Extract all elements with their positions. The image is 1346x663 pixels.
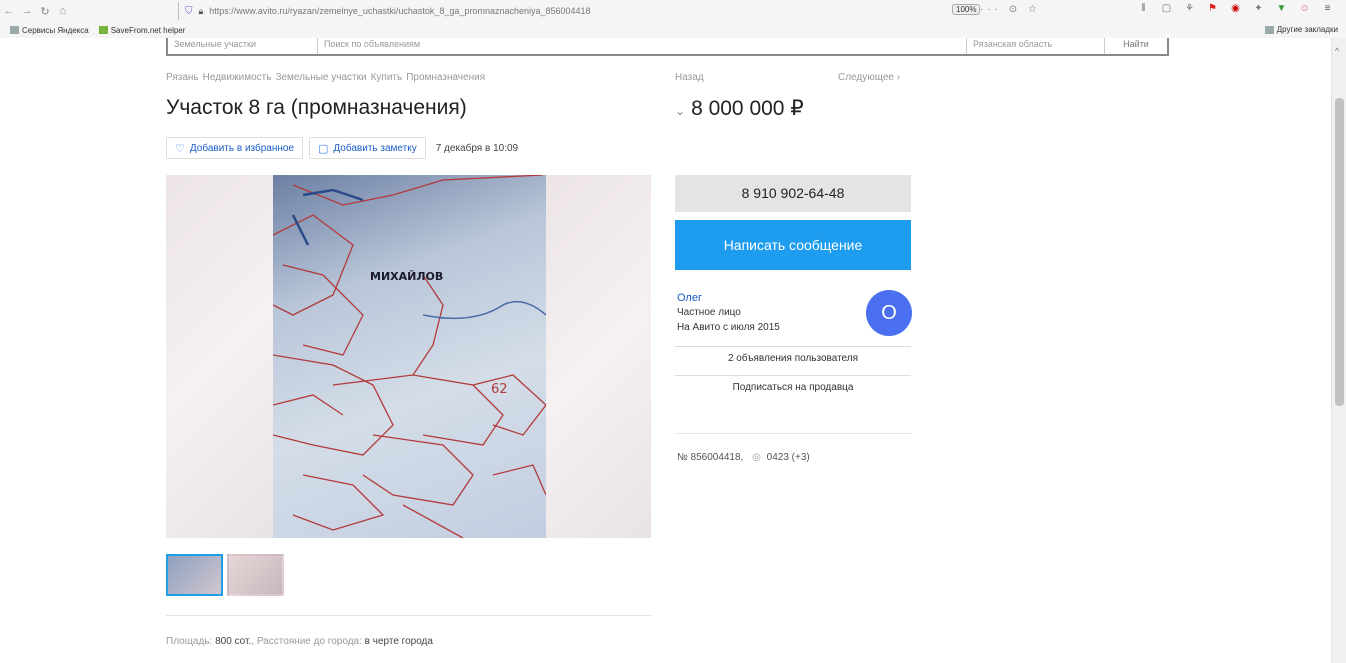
folder-icon — [1264, 25, 1274, 34]
subscribe-seller-link[interactable]: Подписаться на продавца — [675, 375, 911, 404]
price-value: 8 000 000 ₽ — [691, 97, 804, 120]
breadcrumb-item[interactable]: Рязань — [166, 72, 199, 83]
photo-background-left — [166, 175, 273, 538]
home-icon[interactable]: ⌂ — [54, 5, 72, 17]
add-favorite-label: Добавить в избранное — [189, 142, 295, 154]
other-bookmarks[interactable]: Другие закладки — [1264, 25, 1338, 34]
bookmarks-bar: Сервисы Яндекса SaveFrom.net helper Друг… — [0, 22, 1346, 38]
forward-icon[interactable]: → — [18, 5, 36, 17]
profile-icon[interactable]: ☺ — [1299, 3, 1310, 14]
avatar[interactable]: О — [866, 290, 912, 336]
bookmark-yandex-services[interactable]: Сервисы Яндекса — [10, 26, 89, 35]
url-text[interactable]: https://www.avito.ru/ryazan/zemelnye_uch… — [209, 6, 590, 16]
ad-meta: № 856004418, ◎ 0423 (+3) — [677, 452, 810, 463]
flag-icon[interactable]: ⚑ — [1207, 3, 1218, 14]
breadcrumb-item[interactable]: Земельные участки — [275, 72, 366, 83]
add-favorite-button[interactable]: ♡ Добавить в избранное — [166, 137, 304, 159]
seller-type: Частное лицо — [677, 307, 741, 318]
search-button[interactable]: Найти — [1104, 38, 1167, 54]
page-title: Участок 8 га (промназначения) — [166, 96, 467, 119]
view-count: 0423 (+3) — [766, 452, 810, 463]
area-label: Площадь: — [166, 636, 213, 647]
breadcrumb-item[interactable]: Недвижимость — [203, 72, 272, 83]
page-actions-icons[interactable]: ··· ⊙ ☆ — [980, 4, 1041, 15]
bookmark-label: Сервисы Яндекса — [22, 25, 89, 35]
map-drawing: МИХАЙЛОВ 62 — [272, 175, 547, 538]
chevron-down-icon[interactable]: ⌄ — [675, 104, 685, 118]
scroll-up-icon[interactable]: ^ — [1335, 46, 1339, 56]
listing-actions: ♡ Добавить в избранное ▢ Добавить заметк… — [166, 137, 518, 159]
search-bar: Земельные участки Поиск по объявлениям Р… — [166, 38, 1169, 56]
bookmark-savefrom[interactable]: SaveFrom.net helper — [98, 25, 186, 35]
extension-icons: ⫴ ▢ ⚘ ⚑ ◉ ✦ ▼ ☺ ≡ — [1138, 3, 1333, 14]
distance-label: Расстояние до города: — [256, 636, 362, 647]
photo-thumbnail-2[interactable] — [227, 554, 284, 596]
area-value: 800 сот. — [215, 636, 252, 647]
pocket-icon[interactable]: ⚘ — [1184, 3, 1195, 14]
sidebar-icon[interactable]: ▢ — [1161, 3, 1172, 14]
price: ⌄ 8 000 000 ₽ — [675, 96, 804, 121]
menu-icon[interactable]: ≡ — [1322, 3, 1333, 14]
eye-icon: ◎ — [752, 452, 761, 463]
user-ads-link[interactable]: 2 объявления пользователя — [675, 346, 911, 375]
folder-icon — [10, 26, 19, 34]
download-icon[interactable]: ▼ — [1276, 3, 1287, 14]
download-arrow-icon — [98, 26, 108, 34]
breadcrumb: Рязань Недвижимость Земельные участки Ку… — [166, 72, 485, 83]
reload-icon[interactable]: ↻ — [36, 5, 54, 18]
shield-icon: ⛉ — [185, 5, 193, 17]
breadcrumb-item[interactable]: Купить — [371, 72, 403, 83]
seller-name-link[interactable]: Олег — [677, 292, 702, 304]
page-scrollbar[interactable]: ^ — [1331, 38, 1346, 663]
add-note-button[interactable]: ▢ Добавить заметку — [309, 137, 426, 159]
prev-listing-link[interactable]: Назад — [675, 72, 704, 83]
cadastral-map-image: МИХАЙЛОВ 62 — [272, 175, 547, 538]
photo-background-right — [546, 175, 651, 538]
svg-text:МИХАЙЛОВ: МИХАЙЛОВ — [370, 270, 443, 283]
next-listing-link[interactable]: Следующее › — [838, 72, 900, 83]
category-select[interactable]: Земельные участки — [168, 38, 318, 54]
distance-value: в черте города — [364, 636, 433, 647]
add-note-label: Добавить заметку — [333, 142, 417, 154]
listing-params: Площадь: 800 сот., Расстояние до города:… — [166, 636, 433, 647]
lock-icon: 🔒︎ — [198, 5, 204, 16]
bookmark-label: SaveFrom.net helper — [110, 25, 186, 35]
divider — [675, 433, 911, 434]
other-bookmarks-label: Другие закладки — [1276, 25, 1338, 34]
library-icon[interactable]: ⫴ — [1138, 3, 1149, 14]
browser-toolbar: ← → ↻ ⌂ ⛉ 🔒︎ https://www.avito.ru/ryazan… — [0, 0, 1346, 22]
seller-since: На Авито с июля 2015 — [677, 322, 780, 333]
write-message-button[interactable]: Написать сообщение — [675, 220, 911, 270]
back-icon[interactable]: ← — [0, 5, 18, 17]
ad-number: № 856004418, — [677, 452, 744, 463]
ublock-icon[interactable]: ◉ — [1230, 3, 1241, 14]
scroll-thumb[interactable] — [1335, 98, 1344, 406]
divider — [166, 615, 651, 616]
addon-icon[interactable]: ✦ — [1253, 3, 1264, 14]
publish-date: 7 декабря в 10:09 — [435, 142, 519, 154]
region-select[interactable]: Рязанская область — [966, 38, 1104, 54]
photo-thumbnail-1[interactable] — [166, 554, 223, 596]
note-icon: ▢ — [318, 142, 329, 155]
zoom-level[interactable]: 100% — [952, 4, 981, 15]
heart-icon: ♡ — [175, 142, 185, 155]
breadcrumb-item[interactable]: Промназначения — [406, 72, 485, 83]
svg-text:62: 62 — [491, 382, 508, 397]
main-photo[interactable]: МИХАЙЛОВ 62 — [166, 175, 651, 538]
phone-button[interactable]: 8 910 902-64-48 — [675, 175, 911, 212]
